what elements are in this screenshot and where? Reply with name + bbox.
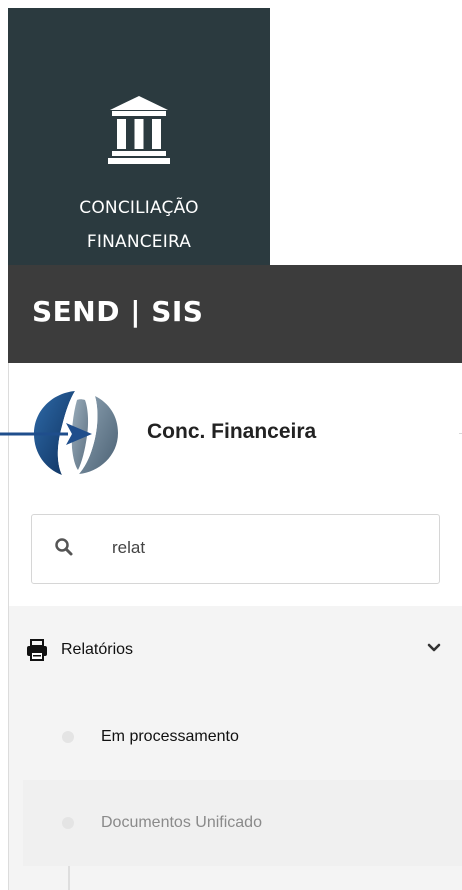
tile-label-line1: CONCILIAÇÃO [79, 198, 199, 218]
brand-logo-text: SEND | SIS [32, 295, 204, 328]
menu-label-relatorios: Relatórios [61, 641, 134, 658]
search-field[interactable] [31, 514, 440, 584]
submenu-item-documentos-unificado[interactable]: Documentos Unificado [23, 780, 462, 866]
submenu-label: Documentos Unificado [101, 814, 262, 831]
tile-label-line2: FINANCEIRA [86, 232, 192, 252]
submenu-item-em-processamento[interactable]: Em processamento [23, 694, 462, 780]
search-input[interactable] [112, 533, 412, 563]
brand-bar: SEND | SIS [8, 265, 462, 363]
chevron-down-icon[interactable] [427, 642, 441, 654]
search-icon [55, 538, 73, 556]
tree-bullet [62, 731, 74, 743]
submenu-label: Em processamento [101, 728, 239, 745]
app-tile-conciliacao[interactable]: CONCILIAÇÃO FINANCEIRA [8, 8, 270, 265]
printer-icon [27, 639, 47, 661]
app-name: Conc. Financeira [147, 420, 317, 443]
tree-bullet [62, 817, 74, 829]
annotation-arrow-icon [0, 423, 92, 445]
menu-group-relatorios: Relatórios Em processamento Documentos U… [9, 606, 462, 890]
menu-item-relatorios[interactable]: Relatórios [9, 606, 462, 694]
bank-icon [108, 96, 170, 164]
